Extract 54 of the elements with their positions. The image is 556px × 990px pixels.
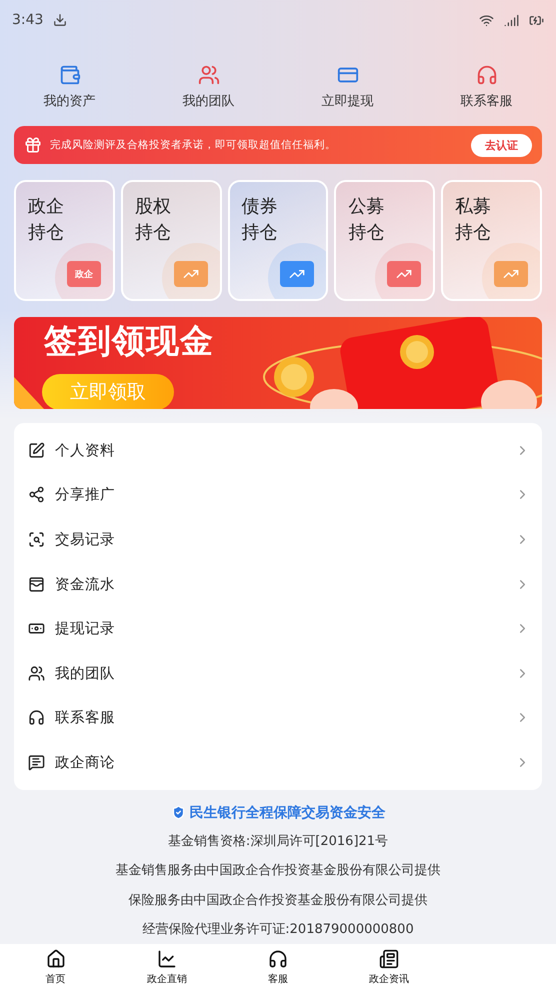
signal-icon [504, 12, 519, 28]
wallet-icon [58, 64, 80, 86]
promo-title: 签到领现金 [44, 320, 214, 362]
gift-icon [24, 136, 42, 154]
holding-card[interactable]: 公募 持仓 [334, 180, 436, 301]
holding-card[interactable]: 股权 持仓 [120, 180, 222, 301]
quick-action[interactable]: 我的资产 [0, 64, 139, 126]
quick-action[interactable]: 我的团队 [139, 64, 278, 126]
nav-tab[interactable]: 客服 [222, 944, 334, 990]
card-icon: 政企 [66, 261, 101, 287]
menu-item[interactable]: 政企商论 [14, 740, 542, 785]
menu-item[interactable]: 分享推广 [14, 472, 542, 518]
edit-icon [28, 442, 45, 459]
team-icon [28, 664, 45, 682]
license-text: 基金销售资格:深圳局许可[2016]21号 [168, 832, 388, 851]
card-title: 政企 持仓 [28, 195, 65, 245]
menu-item[interactable]: 提现记录 [14, 606, 542, 651]
service-icon [268, 948, 288, 968]
card-title: 股权 持仓 [134, 195, 172, 245]
shield-icon [170, 805, 186, 820]
service-icon [28, 709, 45, 726]
menu-item[interactable]: 个人资料 [14, 428, 542, 473]
news-icon [379, 948, 400, 968]
quick-action[interactable]: 立即提现 [278, 64, 417, 126]
team-icon [198, 64, 220, 86]
chart-icon [156, 948, 177, 968]
menu-item[interactable]: 交易记录 [14, 517, 542, 562]
license-text: 基金销售服务由中国政企合作投资基金股份有限公司提供 [116, 862, 440, 880]
notice-text: 完成风险测评及合格投资者承诺，即可领取超值信任福利。 [50, 138, 337, 152]
wifi-icon [479, 12, 494, 28]
menu-item[interactable]: 资金流水 [14, 562, 542, 606]
guarantee-text: 民生银行全程保障交易资金安全 [190, 804, 386, 822]
card-title: 公募 持仓 [348, 195, 386, 245]
holding-card[interactable]: 债券 持仓 [228, 180, 328, 301]
holding-card[interactable]: 政企 持仓 政企 [14, 180, 115, 301]
status-time: 3:43 [12, 12, 44, 28]
license-text: 经营保险代理业务许可证:201879000000800 [142, 921, 414, 940]
promo-banner[interactable]: 签到领现金 立即领取 [14, 317, 542, 409]
forum-icon [28, 754, 45, 771]
menu-item[interactable]: 我的团队 [14, 650, 542, 696]
menu-item[interactable]: 联系客服 [14, 696, 542, 740]
license-text: 保险服务由中国政企合作投资基金股份有限公司提供 [128, 892, 428, 910]
card-title: 私募 持仓 [455, 195, 492, 245]
nav-tab[interactable]: 政企资讯 [334, 944, 445, 990]
share-icon [28, 486, 45, 504]
holding-card[interactable]: 私募 持仓 [441, 180, 542, 301]
service-icon [476, 64, 498, 86]
home-icon [46, 948, 66, 968]
download-icon [53, 13, 68, 27]
nav-tab[interactable]: 政企直销 [111, 944, 222, 990]
verify-button[interactable]: 去认证 [471, 134, 532, 156]
card-title: 债券 持仓 [242, 195, 279, 245]
nav-tab[interactable]: 首页 [0, 944, 112, 990]
quick-action[interactable]: 联系客服 [417, 64, 556, 126]
